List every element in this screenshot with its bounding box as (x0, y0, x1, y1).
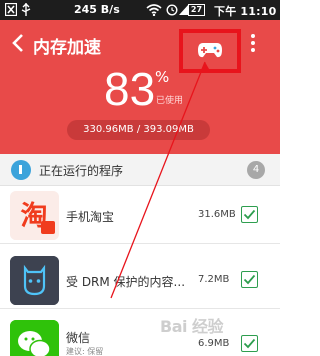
taobao-icon: 淘 (10, 191, 59, 240)
app-memory-size: 6.9MB (198, 338, 230, 349)
running-apps-header: 正在运行的程序 4 (0, 154, 280, 186)
memory-usage-percent: 83 (104, 63, 156, 115)
running-count-badge: 4 (247, 161, 265, 179)
memory-header: 内存加速 83 % 已使用 330.96MB / 393.09MB (0, 20, 280, 154)
percent-sign: % (155, 68, 170, 86)
app-memory-size: 7.2MB (198, 274, 230, 285)
app-name: 手机淘宝 (66, 210, 115, 224)
info-icon (11, 160, 31, 180)
used-label: 已使用 (156, 96, 184, 106)
alarm-icon (166, 4, 178, 16)
wifi-icon (146, 4, 162, 16)
network-speed: 245 B/s (74, 3, 120, 16)
app-checkbox[interactable] (241, 206, 258, 223)
checkmark-icon (243, 338, 256, 349)
app-row-wechat[interactable]: 微信 建议: 保留 6.9MB (0, 316, 280, 356)
game-mode-button[interactable] (179, 29, 241, 73)
checkmark-icon (243, 274, 256, 285)
app-memory-size: 31.6MB (198, 209, 236, 220)
battery-indicator: 27 (188, 4, 205, 16)
usb-icon (21, 3, 31, 16)
app-row-drm[interactable]: 受 DRM 保护的内容... 7.2MB (0, 252, 280, 309)
app-suggestion: 建议: 保留 (66, 347, 104, 356)
back-icon[interactable] (10, 32, 26, 54)
drm-icon (10, 256, 59, 305)
memory-usage-pill: 330.96MB / 393.09MB (67, 120, 210, 140)
app-checkbox[interactable] (241, 271, 258, 288)
notification-icons (5, 3, 35, 17)
status-bar: 245 B/s 27 下午 11:10 (0, 0, 280, 20)
app-notification-icon (5, 3, 17, 16)
gamepad-icon (198, 43, 222, 58)
page-title: 内存加速 (33, 38, 101, 58)
app-name: 微信 (66, 331, 91, 345)
wechat-icon (10, 320, 59, 356)
app-checkbox[interactable] (241, 335, 258, 352)
watermark: Bai 经验 (160, 317, 224, 336)
app-name: 受 DRM 保护的内容... (66, 275, 186, 289)
app-row-taobao[interactable]: 淘 手机淘宝 31.6MB (0, 187, 280, 244)
more-options-icon[interactable] (248, 33, 258, 53)
running-apps-label: 正在运行的程序 (39, 164, 124, 178)
checkmark-icon (243, 209, 256, 220)
clock: 下午 11:10 (214, 5, 277, 18)
